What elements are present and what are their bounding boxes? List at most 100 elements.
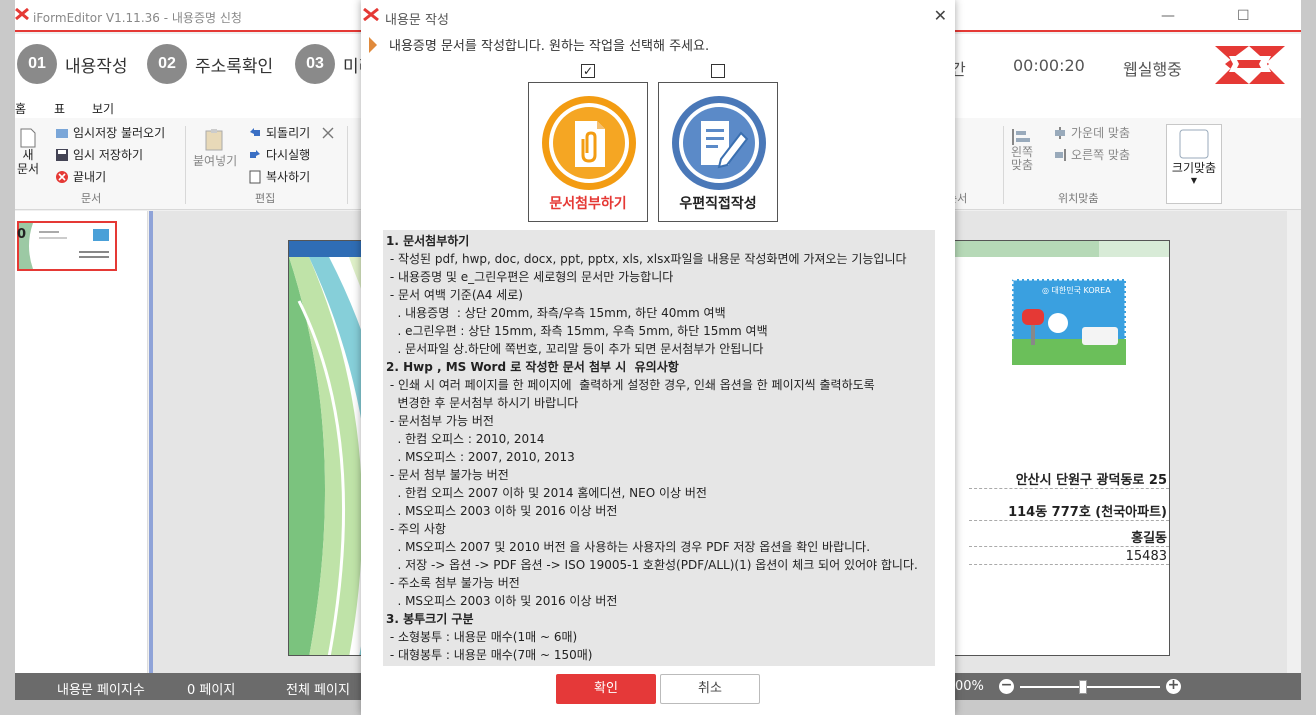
orange-arrow-icon (369, 36, 377, 53)
run-mode: 웹실행중 (1123, 60, 1182, 79)
info-line: - 문서첨부 가능 버전 (386, 414, 494, 428)
left-align-button[interactable]: 왼쪽 맞춤 (1011, 128, 1033, 172)
vertical-scrollbar[interactable] (1287, 211, 1301, 673)
load-temp-button[interactable]: 임시저장 불러오기 (55, 124, 165, 141)
step-3-number: 03 (295, 44, 335, 84)
group-doc-label: 문서 (81, 192, 102, 205)
fit-size-button[interactable]: 크기맞춤 ▼ (1166, 124, 1222, 204)
thumbnail-preview-icon (19, 223, 109, 269)
maximize-button[interactable]: ☐ (1237, 8, 1250, 24)
center-align-label: 가운데 맞춤 (1071, 126, 1131, 140)
total-pages-label: 전체 페이지 (286, 683, 350, 698)
save-temp-button[interactable]: 임시 저장하기 (55, 146, 143, 163)
attach-doc-label: 문서첨부하기 (549, 196, 627, 212)
left-align-label: 왼쪽 맞춤 (1011, 145, 1034, 172)
attach-doc-checkbox[interactable]: ✓ (581, 64, 595, 78)
content-write-dialog: 내용문 작성 ✕ 내용증명 문서를 작성합니다. 원하는 작업을 선택해 주세요… (361, 0, 955, 715)
copy-label: 복사하기 (266, 170, 311, 184)
save-icon (56, 148, 68, 161)
dialog-title: 내용문 작성 (385, 13, 449, 28)
minimize-button[interactable]: — (1161, 8, 1175, 24)
info-line: - 내용증명 및 e_그린우편은 세로형의 문서만 가능합니다 (386, 270, 674, 284)
address-line-2: 114동 777호 (천국아파트) (969, 497, 1169, 521)
recipient-name: 홍길동 (969, 527, 1169, 547)
info-line: - 문서 여백 기준(A4 세로) (386, 288, 523, 302)
close-icon[interactable]: ✕ (934, 6, 947, 25)
window-title: iFormEditor V1.11.36 - 내용증명 신청 (33, 11, 242, 25)
close-app-button[interactable]: 끝내기 (55, 168, 106, 185)
info-line: - 문서 첨부 불가능 버전 (386, 468, 509, 482)
right-align-label: 오른쪽 맞춤 (1071, 148, 1131, 162)
write-direct-checkbox[interactable] (711, 64, 725, 78)
menu-table[interactable]: 표 (54, 100, 65, 117)
info-line: . 한컴 오피스 : 2010, 2014 (386, 432, 545, 446)
info-line: . MS오피스 2007 및 2010 버전 을 사용하는 사용자의 경우 PD… (386, 540, 871, 554)
brand-logo-icon (1215, 46, 1285, 84)
document-header-stripe-light (1099, 241, 1169, 257)
info-line: . MS오피스 2003 이하 및 2016 이상 버전 (386, 594, 618, 608)
redo-label: 다시실행 (266, 148, 311, 162)
step-2-label: 주소록확인 (195, 56, 274, 77)
zoom-in-button[interactable]: + (1166, 678, 1181, 694)
close-app-label: 끝내기 (73, 170, 107, 184)
fit-size-icon (1179, 129, 1209, 159)
cancel-button[interactable]: 취소 (660, 674, 760, 704)
exit-icon (56, 170, 68, 183)
new-doc-button[interactable]: 새 문서 (15, 128, 41, 176)
info-line: . 한컴 오피스 2007 이하 및 2014 홈에디션, NEO 이상 버전 (386, 486, 707, 500)
address-line-1: 안산시 단원구 광덕동로 25 (969, 467, 1169, 489)
postage-stamp-icon: ◎ 대한민국 KOREA (1012, 279, 1126, 365)
paste-button[interactable]: 붙여넣기 (193, 128, 237, 169)
scissors-icon[interactable] (321, 126, 335, 140)
new-doc-label: 새 문서 (16, 148, 40, 176)
ok-button[interactable]: 확인 (556, 674, 656, 704)
undo-icon (250, 127, 260, 136)
info-line: - 주소록 첨부 불가능 버전 (386, 576, 520, 590)
menu-view[interactable]: 보기 (92, 100, 114, 117)
paste-label: 붙여넣기 (193, 154, 238, 168)
undo-button[interactable]: 되돌리기 (248, 124, 310, 141)
redo-icon (250, 149, 260, 158)
attach-doc-option[interactable]: 문서첨부하기 (528, 82, 648, 222)
info-line: . 내용증명 : 상단 20mm, 좌측/우측 15mm, 하단 40mm 여백 (386, 306, 726, 320)
save-temp-label: 임시 저장하기 (73, 148, 144, 162)
zoom-out-button[interactable]: − (999, 678, 1014, 694)
info-panel: 1. 문서첨부하기 - 작성된 pdf, hwp, doc, docx, ppt… (383, 230, 935, 666)
instruction-text: 내용증명 문서를 작성합니다. 원하는 작업을 선택해 주세요. (389, 39, 710, 54)
new-doc-icon (20, 128, 36, 148)
right-align-button[interactable]: 오른쪽 맞춤 (1053, 146, 1130, 163)
fit-size-label: 크기맞춤 (1171, 161, 1217, 175)
center-align-button[interactable]: 가운데 맞춤 (1053, 124, 1130, 141)
step-1[interactable]: 01 내용작성 (17, 44, 128, 84)
info-line: - 인쇄 시 여러 페이지를 한 페이지에 출력하게 설정한 경우, 인쇄 옵션… (386, 378, 875, 392)
step-1-number: 01 (17, 44, 57, 84)
chevron-down-icon: ▼ (1190, 176, 1198, 185)
page-count-value: 0 페이지 (187, 683, 236, 698)
align-center-icon (1055, 126, 1065, 139)
step-2[interactable]: 02 주소록확인 (147, 44, 273, 84)
app-logo-icon (15, 8, 29, 20)
info-line: . 저장 -> 옵션 -> PDF 옵션 -> ISO 19005-1 호환성(… (386, 558, 918, 572)
write-direct-option[interactable]: 우편직접작성 (658, 82, 778, 222)
menu-home[interactable]: 홈 (15, 100, 27, 120)
page-thumbnail[interactable] (17, 221, 117, 271)
step-2-number: 02 (147, 44, 187, 84)
dialog-instruction: 내용증명 문서를 작성합니다. 원하는 작업을 선택해 주세요. (369, 35, 709, 54)
redo-button[interactable]: 다시실행 (248, 146, 310, 163)
copy-icon (249, 170, 261, 183)
undo-label: 되돌리기 (266, 126, 311, 140)
left-splitter[interactable] (149, 211, 153, 673)
group-edit-label: 편집 (255, 192, 276, 205)
info-line: - 소형봉투 : 내용문 매수(1매 ~ 6매) (386, 630, 578, 644)
info-line: . e그린우편 : 상단 15mm, 좌측 15mm, 우측 5mm, 하단 1… (386, 324, 768, 338)
zoom-slider[interactable] (1020, 679, 1160, 694)
elapsed-time: 00:00:20 (1013, 56, 1085, 75)
page-count-label: 내용문 페이지수 (57, 683, 145, 698)
copy-button[interactable]: 복사하기 (248, 168, 310, 185)
zoom-slider-thumb[interactable] (1079, 679, 1087, 694)
info-section-heading: 3. 봉투크기 구분 (386, 612, 474, 626)
info-line: - 주의 사항 (386, 522, 446, 536)
folder-icon (56, 128, 68, 138)
thumbnail-pane: 0 (15, 211, 148, 673)
info-line: . 문서파일 상.하단에 쪽번호, 꼬리말 등이 추가 되면 문서첨부가 안됩니… (386, 342, 764, 356)
